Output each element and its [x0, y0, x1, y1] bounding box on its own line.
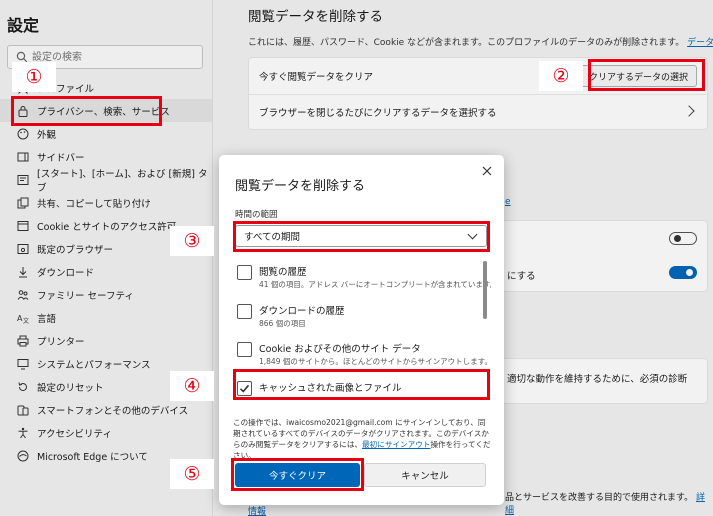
clear-browsing-data-dialog: 閲覧データを削除する 時間の範囲 すべての期間 閲覧の履歴 41 個の項目。アド…: [219, 155, 504, 505]
dialog-title: 閲覧データを削除する: [235, 179, 366, 194]
close-icon[interactable]: [481, 165, 493, 177]
option-title: Cookie およびその他のサイト データ: [259, 344, 421, 355]
time-range-label: 時間の範囲: [235, 210, 278, 220]
annotation-number-4: ④: [170, 371, 214, 401]
option-download-history[interactable]: ダウンロードの履歴 866 個の項目: [235, 300, 483, 332]
browsing-history-checkbox[interactable]: [237, 265, 252, 280]
annotation-number-1: ①: [12, 62, 56, 92]
annotation-number-2: ②: [539, 61, 583, 91]
annotation-number-5: ⑤: [170, 459, 214, 489]
annotation-box-2: [588, 59, 705, 91]
annotation-number-3: ③: [170, 226, 214, 256]
annotation-box-3: [233, 221, 490, 252]
sync-note: この操作では、iwaicosmo2021@gmail.com にサインインしてお…: [233, 417, 491, 461]
option-subtitle: 1,849 個のサイトから。ほとんどのサイトからサインアウトします。: [259, 357, 491, 366]
option-title: ダウンロードの履歴: [259, 306, 345, 317]
option-cookies[interactable]: Cookie およびその他のサイト データ 1,849 個のサイトから。ほとんど…: [235, 338, 491, 370]
download-history-checkbox[interactable]: [237, 304, 252, 319]
cookies-checkbox[interactable]: [237, 342, 252, 357]
sign-out-first-link[interactable]: 最初にサインアウト: [362, 440, 430, 449]
option-subtitle: 41 個の項目。アドレス バーにオートコンプリートが含まれています。: [259, 280, 491, 289]
option-subtitle: 866 個の項目: [259, 319, 306, 328]
list-scrollbar[interactable]: [483, 261, 487, 319]
annotation-box-5: [231, 458, 364, 491]
annotation-box-4: [233, 369, 490, 400]
annotation-box-1: [11, 96, 162, 126]
cancel-button[interactable]: キャンセル: [364, 463, 486, 487]
option-browsing-history[interactable]: 閲覧の履歴 41 個の項目。アドレス バーにオートコンプリートが含まれています。: [235, 261, 491, 293]
option-title: 閲覧の履歴: [259, 267, 307, 278]
